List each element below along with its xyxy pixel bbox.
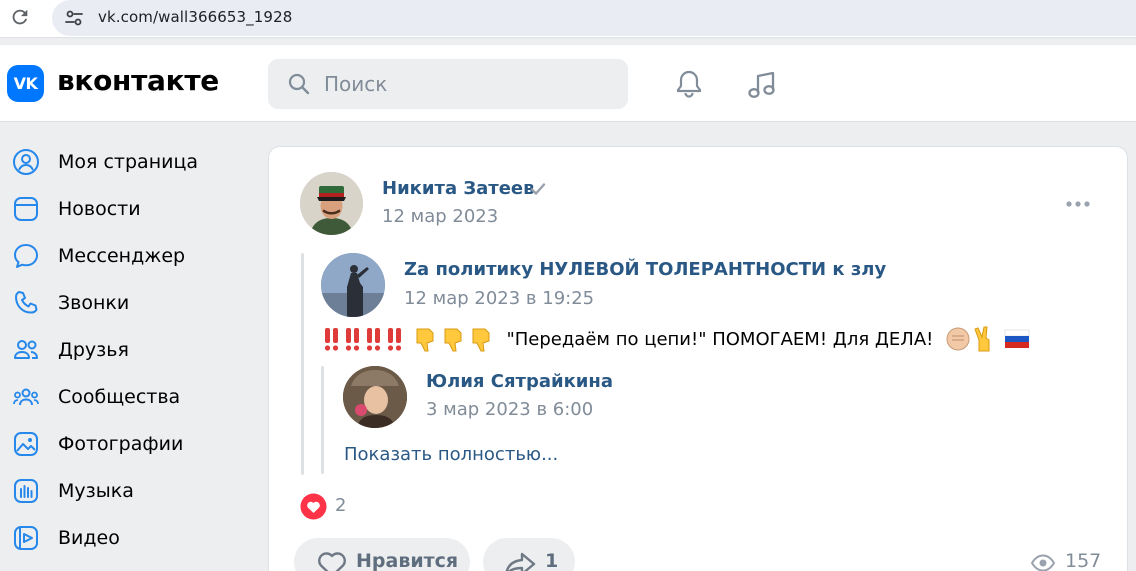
inner-author-avatar[interactable] — [343, 366, 407, 428]
bell-icon[interactable] — [672, 67, 706, 101]
profile-icon — [13, 149, 39, 175]
sidebar-item-friends[interactable]: Друзья — [0, 328, 250, 372]
sidebar-item-label: Сообщества — [58, 386, 181, 408]
sidebar-item-messenger[interactable]: Мессенджер — [0, 234, 250, 278]
vk-logo-text: VK — [13, 74, 38, 93]
double-exclamation-icon — [324, 328, 402, 351]
reload-icon[interactable] — [9, 6, 31, 28]
eye-icon — [1031, 554, 1055, 571]
sidebar-item-label: Звонки — [58, 292, 130, 314]
show-more-link[interactable]: Показать полностью... — [344, 444, 558, 465]
music-player-icon[interactable] — [744, 67, 780, 103]
post-author-name[interactable]: Никита Затеев — [382, 178, 535, 199]
site-settings-icon[interactable] — [62, 6, 86, 30]
post-text-body: "Передаём по цепи!" ПОМОГАЕМ! Для ДЕЛА! — [506, 328, 934, 350]
sidebar-item-calls[interactable]: Звонки — [0, 281, 250, 325]
news-icon — [14, 197, 38, 221]
sidebar-item-news[interactable]: Новости — [0, 187, 250, 231]
messenger-icon — [14, 244, 38, 268]
photos-icon — [14, 432, 38, 456]
music-icon — [14, 479, 38, 503]
sidebar-item-label: Новости — [58, 198, 141, 220]
post-date[interactable]: 12 мар 2023 — [382, 206, 498, 227]
sidebar-item-label: Моя страница — [58, 151, 199, 173]
repost-date[interactable]: 12 мар 2023 в 19:25 — [404, 288, 594, 309]
share-count: 1 — [545, 550, 559, 571]
group-name[interactable]: Zа политику НУЛЕВОЙ ТОЛЕРАНТНОСТИ к злу — [404, 259, 886, 280]
more-options-icon[interactable] — [1065, 197, 1093, 211]
friends-icon — [14, 340, 38, 359]
sidebar-item-label: Фотографии — [58, 433, 184, 455]
woman-portrait-icon — [343, 366, 407, 428]
search-box[interactable] — [268, 59, 628, 109]
reaction-count[interactable]: 2 — [335, 495, 346, 516]
video-icon — [14, 526, 38, 550]
search-icon — [288, 73, 310, 95]
communities-icon — [13, 388, 39, 406]
brand-name[interactable]: вконтакте — [57, 64, 219, 97]
like-button[interactable]: Нравится — [294, 538, 470, 571]
officer-portrait-icon — [300, 172, 363, 235]
fist-victory-flag-icon — [946, 326, 1030, 352]
heart-reaction-icon[interactable] — [300, 493, 327, 520]
sidebar-item-label: Видео — [58, 527, 120, 549]
inner-repost-divider — [321, 366, 324, 474]
thumbs-down-icon — [416, 328, 490, 352]
search-input[interactable] — [324, 59, 614, 109]
url-field[interactable]: vk.com/wall366653_1928 — [52, 0, 1136, 36]
post-text: "Передаём по цепи!" ПОМОГАЕМ! Для ДЕЛА! — [323, 325, 1033, 357]
sidebar-item-music[interactable]: Музыка — [0, 469, 250, 513]
inner-author-name[interactable]: Юлия Сятрайкина — [426, 371, 613, 392]
site-header: VK вконтакте — [0, 45, 1136, 122]
sidebar-item-label: Музыка — [58, 480, 134, 502]
heart-icon — [318, 552, 346, 571]
browser-address-bar: vk.com/wall366653_1928 — [0, 0, 1136, 38]
sidebar-item-my-page[interactable]: Моя страница — [0, 140, 250, 184]
sidebar-item-photos[interactable]: Фотографии — [0, 422, 250, 466]
sidebar-item-label: Мессенджер — [58, 245, 186, 267]
author-avatar[interactable] — [300, 172, 363, 235]
group-avatar[interactable] — [321, 253, 385, 317]
sidebar-item-label: Друзья — [58, 339, 129, 361]
sidebar-item-video[interactable]: Видео — [0, 516, 250, 560]
share-arrow-icon — [505, 552, 536, 571]
inner-post-date[interactable]: 3 мар 2023 в 6:00 — [426, 399, 593, 420]
views-count: 157 — [1065, 550, 1102, 571]
like-label: Нравится — [356, 550, 459, 571]
monument-avatar-icon — [321, 253, 385, 317]
phone-icon — [15, 291, 38, 314]
post-card: Никита Затеев 12 мар 2023 Zа политику НУ… — [268, 146, 1128, 571]
vk-logo[interactable]: VK — [7, 65, 44, 102]
repost-divider — [301, 253, 304, 475]
url-text: vk.com/wall366653_1928 — [98, 8, 293, 26]
sidebar-item-communities[interactable]: Сообщества — [0, 375, 250, 419]
verified-check-icon — [530, 183, 546, 195]
share-button[interactable]: 1 — [483, 538, 575, 571]
